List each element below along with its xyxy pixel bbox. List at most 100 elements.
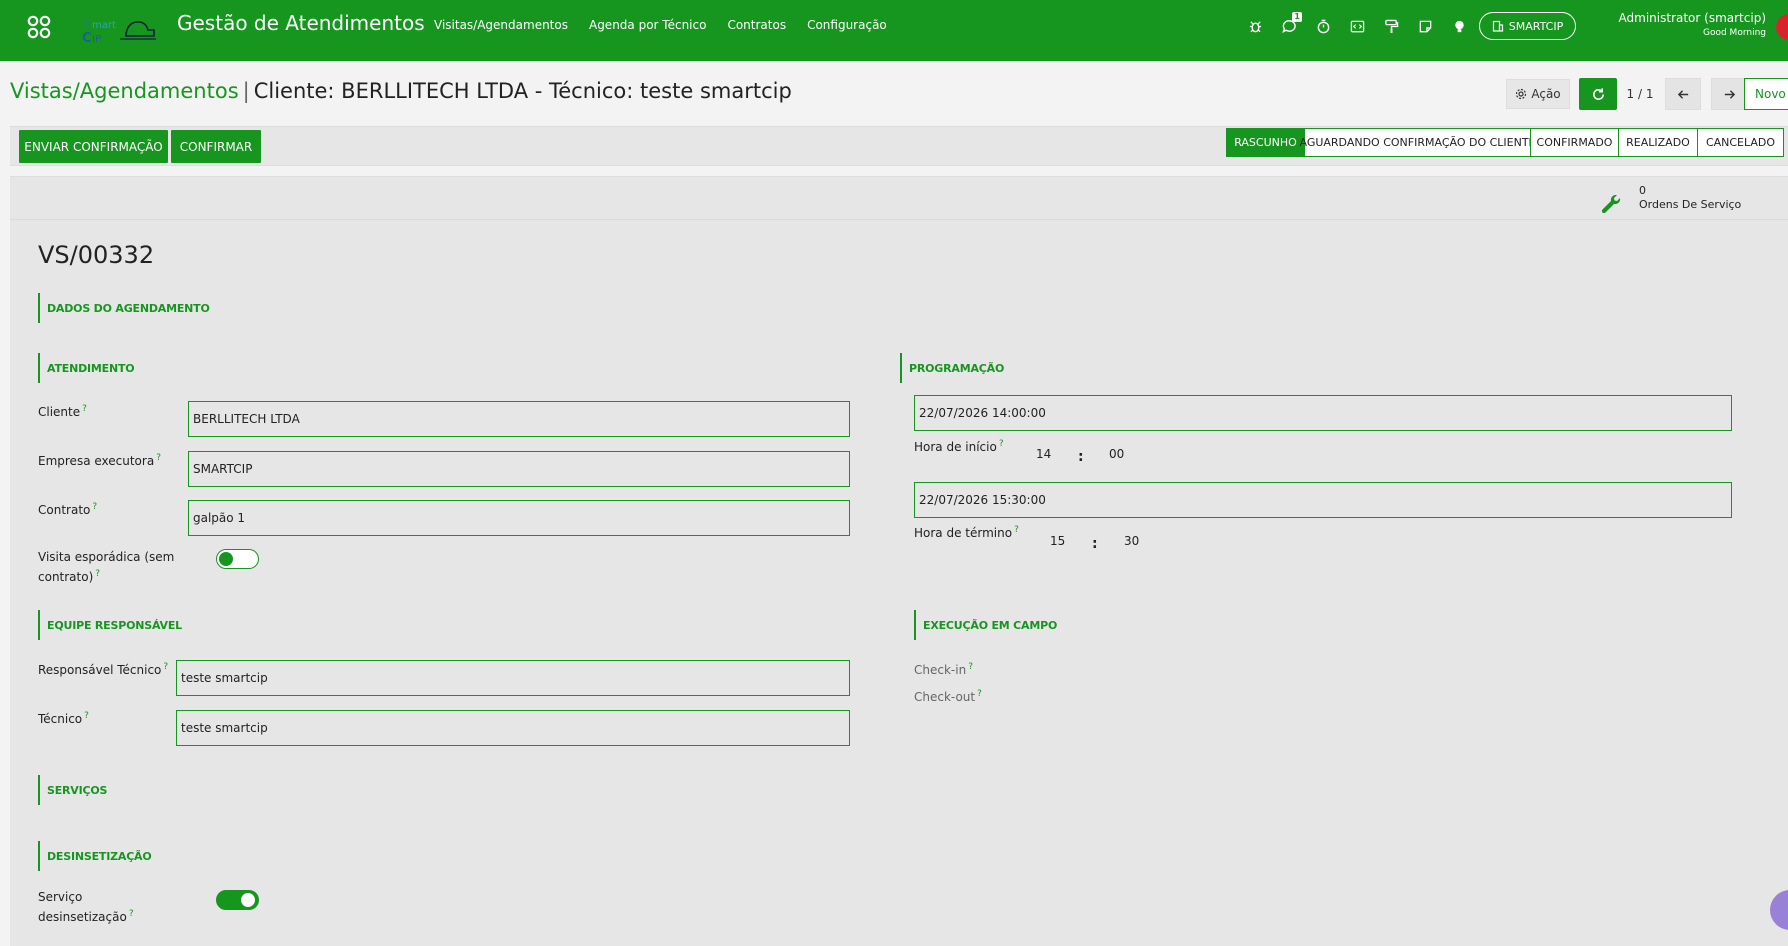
hora-inicio-label: Hora de início? — [914, 436, 1004, 456]
tecnico-field[interactable]: teste smartcip — [176, 710, 850, 746]
pager-value[interactable]: 1 / 1 — [1625, 87, 1655, 101]
hora-inicio-hour[interactable]: 14 — [1036, 447, 1051, 461]
menu-contratos[interactable]: Contratos — [727, 18, 786, 32]
paint-roller-icon[interactable] — [1374, 15, 1408, 37]
help-icon[interactable]: ? — [92, 502, 97, 512]
visita-esporadica-label-line1: Visita esporádica (sem — [38, 550, 175, 564]
sticky-note-icon[interactable] — [1408, 15, 1442, 37]
breadcrumb-current: Cliente: BERLLITECH LTDA - Técnico: test… — [253, 79, 792, 103]
arrow-left-icon — [1677, 89, 1688, 99]
user-name[interactable]: Administrator (smartcip) — [1619, 11, 1766, 25]
stage-realizado[interactable]: REALIZADO — [1618, 128, 1698, 157]
help-icon[interactable]: ? — [95, 569, 100, 579]
stage-rascunho[interactable]: RASCUNHO — [1226, 128, 1305, 157]
top-navbar: S mart C IP Gestão de Atendimentos Visit… — [0, 0, 1788, 61]
chat-count-badge: 1 — [1292, 12, 1302, 22]
section-programacao: PROGRAMAÇÃO — [900, 353, 1004, 383]
stage-cancelado[interactable]: CANCELADO — [1697, 128, 1784, 157]
responsavel-label-text: Responsável Técnico — [38, 663, 162, 677]
section-dados-agendamento: DADOS DO AGENDAMENTO — [38, 293, 210, 323]
menu-visitas-agendamentos[interactable]: Visitas/Agendamentos — [434, 18, 568, 32]
confirm-button[interactable]: CONFIRMAR — [171, 130, 261, 163]
tecnico-label-text: Técnico — [38, 712, 83, 726]
new-record-button[interactable]: Novo — [1744, 78, 1788, 110]
check-in-label-text: Check-in — [914, 663, 967, 677]
app-title: Gestão de Atendimentos — [177, 11, 425, 35]
cliente-field[interactable]: BERLLITECH LTDA — [188, 401, 850, 437]
help-icon[interactable]: ? — [156, 453, 161, 463]
help-icon[interactable]: ? — [999, 439, 1004, 449]
send-confirmation-button[interactable]: ENVIAR CONFIRMAÇÃO — [19, 130, 168, 163]
servico-desinsetizacao-label: Serviço desinsetização? — [38, 889, 134, 926]
status-bar: ENVIAR CONFIRMAÇÃO CONFIRMAR RASCUNHO AG… — [10, 126, 1788, 166]
menu-configuracao[interactable]: Configuração — [807, 18, 887, 32]
hora-termino-label-text: Hora de término — [914, 526, 1013, 540]
responsavel-tecnico-label: Responsável Técnico? — [38, 659, 168, 679]
help-icon[interactable]: ? — [977, 689, 982, 699]
visita-esporadica-toggle[interactable] — [216, 549, 259, 569]
cliente-label-text: Cliente — [38, 405, 81, 419]
systray: 1 — [1238, 12, 1476, 37]
help-icon[interactable]: ? — [1014, 525, 1019, 535]
company-switcher-button[interactable]: SMARTCIP — [1479, 12, 1576, 40]
apps-menu-icon[interactable] — [26, 14, 52, 40]
inicio-datetime-field[interactable]: 22/07/2026 14:00:00 — [914, 395, 1732, 431]
hora-inicio-separator: : — [1078, 449, 1084, 465]
chat-icon[interactable]: 1 — [1272, 12, 1306, 37]
menu-agenda-por-tecnico[interactable]: Agenda por Técnico — [589, 18, 706, 32]
tecnico-label: Técnico? — [38, 708, 89, 728]
contrato-field[interactable]: galpão 1 — [188, 500, 850, 536]
action-menu-button[interactable]: Ação — [1506, 79, 1570, 109]
toggle-knob — [241, 893, 255, 907]
breadcrumb: Vistas/Agendamentos | Cliente: BERLLITECH … — [10, 79, 792, 103]
visita-esporadica-label: Visita esporádica (sem contrato)? — [38, 549, 174, 586]
contrato-label: Contrato? — [38, 499, 97, 519]
breadcrumb-parent-link[interactable]: Vistas/Agendamentos — [10, 79, 239, 103]
termino-datetime-field[interactable]: 22/07/2026 15:30:00 — [914, 482, 1732, 518]
service-orders-smart-button[interactable]: 0 Ordens De Serviço — [1600, 184, 1741, 215]
building-icon — [1492, 20, 1503, 32]
help-icon[interactable]: ? — [84, 711, 89, 721]
check-in-label: Check-in? — [914, 659, 973, 679]
help-icon[interactable]: ? — [968, 662, 973, 672]
svg-text:mart: mart — [92, 20, 116, 31]
help-icon[interactable]: ? — [82, 404, 87, 414]
stage-aguardando-confirmacao[interactable]: AGUARDANDO CONFIRMAÇÃO DO CLIENTE — [1299, 128, 1536, 157]
company-name: SMARTCIP — [1508, 19, 1564, 33]
svg-text:C: C — [82, 31, 92, 46]
user-greeting: Good Morning — [1703, 28, 1766, 38]
check-out-label: Check-out? — [914, 686, 982, 706]
cliente-label: Cliente? — [38, 401, 87, 421]
empresa-executora-field[interactable]: SMARTCIP — [188, 451, 850, 487]
empresa-label-text: Empresa executora — [38, 454, 155, 468]
company-logo: S mart C IP — [80, 12, 158, 46]
servico-desinsetizacao-toggle[interactable] — [216, 890, 259, 910]
responsavel-tecnico-field[interactable]: teste smartcip — [176, 660, 850, 696]
service-orders-label: Ordens De Serviço — [1639, 198, 1742, 211]
reload-button[interactable] — [1579, 78, 1617, 110]
avatar[interactable] — [1776, 14, 1788, 40]
stage-confirmado[interactable]: CONFIRMADO — [1530, 128, 1619, 157]
service-orders-count: 0 — [1639, 184, 1646, 197]
control-panel-actions: Ação 1 / 1 — [1506, 78, 1747, 110]
hora-termino-hour[interactable]: 15 — [1050, 534, 1065, 548]
stopwatch-icon[interactable] — [1306, 15, 1340, 37]
hora-inicio-minute[interactable]: 00 — [1109, 447, 1124, 461]
hora-inicio-label-text: Hora de início — [914, 440, 997, 454]
hora-termino-separator: : — [1092, 536, 1098, 552]
code-icon[interactable] — [1340, 15, 1374, 37]
section-servicos: SERVIÇOS — [38, 775, 107, 805]
pager-next-button[interactable] — [1711, 78, 1747, 110]
bug-icon[interactable] — [1238, 15, 1272, 37]
help-icon[interactable]: ? — [163, 662, 168, 672]
hora-termino-minute[interactable]: 30 — [1124, 534, 1139, 548]
pager-previous-button[interactable] — [1665, 78, 1701, 110]
help-icon[interactable]: ? — [129, 909, 134, 919]
hora-termino-label: Hora de término? — [914, 522, 1019, 542]
svg-text:IP: IP — [92, 34, 101, 45]
arrow-right-icon — [1724, 89, 1735, 99]
lightbulb-icon[interactable] — [1442, 15, 1476, 37]
contrato-label-text: Contrato — [38, 503, 91, 517]
gear-icon — [1516, 88, 1527, 100]
main-menu: Visitas/Agendamentos Agenda por Técnico … — [434, 18, 908, 32]
